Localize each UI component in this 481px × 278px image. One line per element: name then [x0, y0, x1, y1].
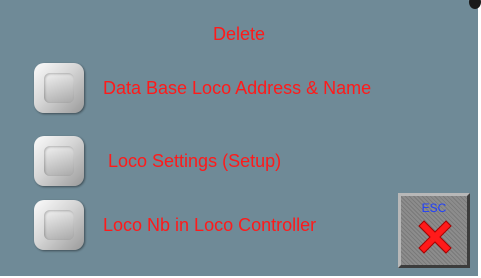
esc-button[interactable]: ESC: [398, 193, 470, 268]
dialog-title: Delete: [212, 24, 266, 44]
loco-settings-button[interactable]: [34, 136, 84, 186]
delete-dialog: Delete Data Base Loco Address & Name Loc…: [0, 0, 481, 276]
esc-label: ESC: [421, 201, 447, 215]
database-loco-button[interactable]: [34, 63, 84, 113]
option-loco-controller[interactable]: Loco Nb in Loco Controller: [34, 199, 316, 251]
loco-controller-label: Loco Nb in Loco Controller: [103, 215, 317, 235]
loco-controller-button[interactable]: [34, 200, 84, 250]
close-icon: [418, 220, 452, 254]
option-loco-settings[interactable]: Loco Settings (Setup): [34, 135, 281, 187]
loco-settings-label: Loco Settings (Setup): [108, 151, 282, 171]
option-database-loco[interactable]: Data Base Loco Address & Name: [34, 62, 371, 114]
corner-knob: [469, 0, 481, 9]
database-loco-label: Data Base Loco Address & Name: [103, 78, 372, 98]
